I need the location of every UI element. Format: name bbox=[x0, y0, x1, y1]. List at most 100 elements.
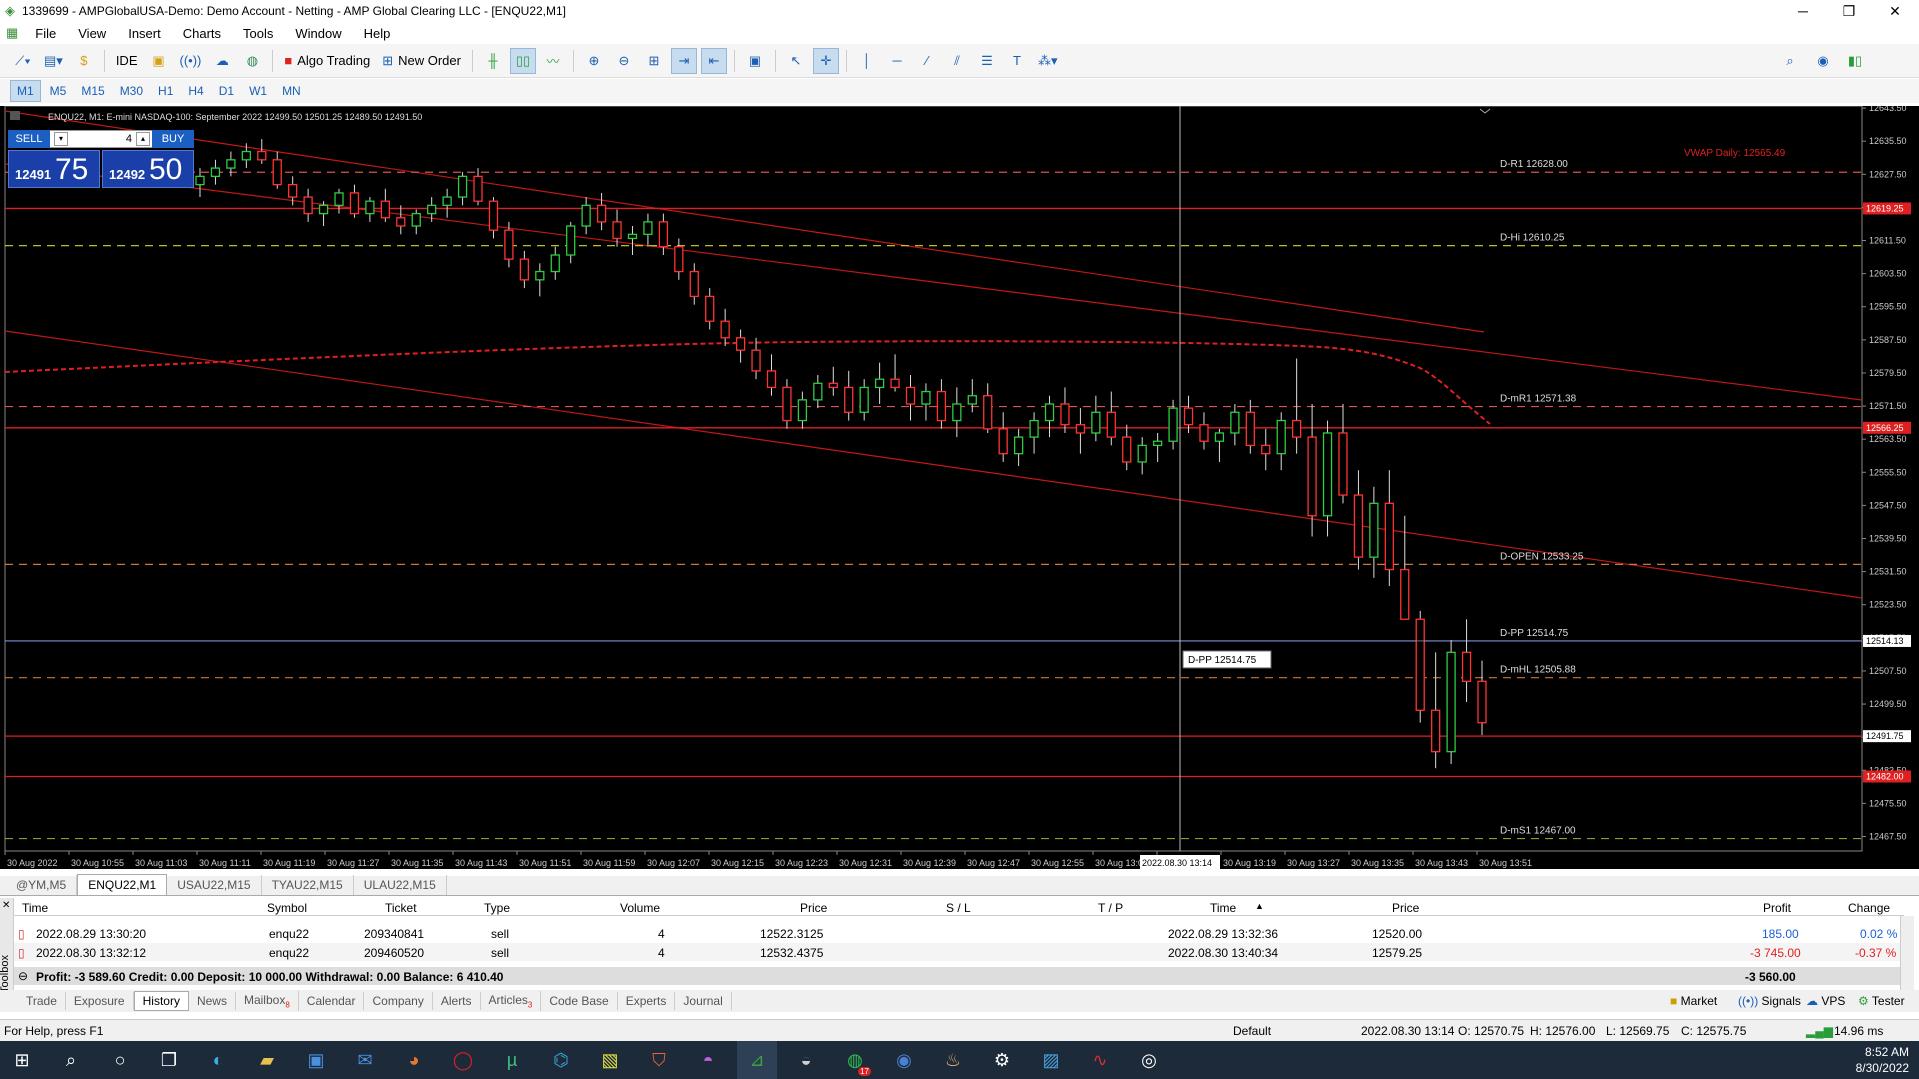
zoom-in-icon[interactable]: ⊕ bbox=[581, 48, 607, 74]
chart-tab[interactable]: TYAU22,M15 bbox=[262, 875, 354, 895]
cortana-icon[interactable]: ○ bbox=[100, 1041, 140, 1079]
tf-m30[interactable]: M30 bbox=[114, 81, 149, 101]
tf-mn[interactable]: MN bbox=[276, 81, 307, 101]
tab-history[interactable]: History bbox=[133, 991, 189, 1011]
tf-m15[interactable]: M15 bbox=[75, 81, 110, 101]
wave-app-icon[interactable]: ∿ bbox=[1080, 1041, 1120, 1079]
tab-exposure[interactable]: Exposure bbox=[66, 992, 134, 1010]
menu-charts[interactable]: Charts bbox=[172, 26, 232, 41]
screenshot-icon[interactable]: ▣ bbox=[742, 48, 768, 74]
price-chart[interactable]: 12643.5012635.5012627.5012619.5012611.50… bbox=[0, 106, 1919, 869]
menu-view[interactable]: View bbox=[67, 26, 117, 41]
tab-news[interactable]: News bbox=[189, 992, 236, 1010]
vertical-line-icon[interactable]: │ bbox=[854, 48, 880, 74]
col-time[interactable]: Time bbox=[22, 901, 48, 915]
crosshair-icon[interactable]: ✛ bbox=[812, 47, 839, 74]
sell-button[interactable]: SELL bbox=[8, 130, 50, 148]
col-type[interactable]: Type bbox=[484, 901, 510, 915]
channel-icon[interactable]: ⫽ bbox=[944, 48, 970, 74]
chart-type-icon[interactable]: ⟋▾ bbox=[10, 48, 36, 74]
close-toolbox-icon[interactable]: ✕ bbox=[2, 900, 10, 911]
java-icon[interactable]: ♨ bbox=[933, 1041, 973, 1079]
zoom-out-icon[interactable]: ⊖ bbox=[611, 48, 637, 74]
briefcase-icon[interactable]: ▣ bbox=[145, 48, 171, 74]
tf-m1[interactable]: M1 bbox=[10, 80, 41, 102]
taskbar-clock[interactable]: 8:52 AM 8/30/2022 bbox=[1856, 1044, 1909, 1076]
cursor-icon[interactable]: ↖ bbox=[783, 48, 809, 74]
fibonacci-icon[interactable]: ☰ bbox=[974, 48, 1000, 74]
tab-articles[interactable]: Articles3 bbox=[481, 990, 542, 1012]
autoscroll-icon[interactable]: ⇥ bbox=[670, 47, 697, 74]
tab-experts[interactable]: Experts bbox=[618, 992, 676, 1010]
col-time-close[interactable]: Time bbox=[1210, 901, 1236, 915]
tab-company[interactable]: Company bbox=[364, 992, 433, 1010]
text-icon[interactable]: T bbox=[1004, 48, 1030, 74]
tf-w1[interactable]: W1 bbox=[243, 81, 273, 101]
col-volume[interactable]: Volume bbox=[620, 901, 660, 915]
close-icon[interactable]: ✕ bbox=[1872, 0, 1918, 22]
trendline-icon[interactable]: ⁄ bbox=[914, 48, 940, 74]
menu-file[interactable]: File bbox=[24, 26, 67, 41]
vps-button[interactable]: ☁ VPS bbox=[1806, 994, 1845, 1008]
col-change[interactable]: Change bbox=[1848, 901, 1890, 915]
cloud-icon[interactable]: ☁ bbox=[209, 48, 235, 74]
metatrader-icon[interactable]: ⊿ bbox=[737, 1041, 777, 1079]
tab-mailbox[interactable]: Mailbox8 bbox=[236, 990, 299, 1012]
coin-icon[interactable]: $ bbox=[71, 48, 97, 74]
search-icon[interactable]: ⌕ bbox=[1777, 48, 1803, 74]
search-icon[interactable]: ⌕ bbox=[51, 1041, 91, 1079]
minimize-icon[interactable]: ─ bbox=[1780, 0, 1826, 22]
chat-icon[interactable]: ◓ bbox=[688, 1041, 728, 1079]
obs-icon[interactable]: ◎ bbox=[1129, 1041, 1169, 1079]
market-button[interactable]: ■ Market bbox=[1670, 994, 1717, 1008]
brave-icon[interactable]: ⛉ bbox=[639, 1041, 679, 1079]
tf-m5[interactable]: M5 bbox=[44, 81, 73, 101]
buy-price-box[interactable]: 12492 50 bbox=[102, 150, 194, 188]
globe-icon[interactable]: ◍ bbox=[239, 48, 265, 74]
menu-insert[interactable]: Insert bbox=[117, 26, 172, 41]
signal-icon[interactable]: ((•)) bbox=[175, 48, 205, 74]
photos-icon[interactable]: ▨ bbox=[1031, 1041, 1071, 1079]
chart-tab[interactable]: USAU22,M15 bbox=[167, 875, 262, 895]
candle-chart-icon[interactable]: ▯▯ bbox=[509, 47, 536, 74]
volume-input[interactable]: 4 bbox=[70, 131, 136, 147]
sell-price-box[interactable]: 12491 75 bbox=[8, 150, 100, 188]
edge-icon[interactable]: ◐ bbox=[198, 1041, 238, 1079]
tab-journal[interactable]: Journal bbox=[675, 992, 732, 1010]
account-icon[interactable]: ◉ bbox=[1810, 48, 1836, 74]
menu-tools[interactable]: Tools bbox=[232, 26, 284, 41]
grid-icon[interactable]: ⊞ bbox=[641, 48, 667, 74]
app-icon[interactable]: ⌬ bbox=[541, 1041, 581, 1079]
chart-tab[interactable]: ULAU22,M15 bbox=[354, 875, 447, 895]
notepad-icon[interactable]: ▧ bbox=[590, 1041, 630, 1079]
bar-chart-icon[interactable]: ╫ bbox=[480, 48, 506, 74]
history-row[interactable]: ▯ 2022.08.29 13:30:20 enqu22 209340841 s… bbox=[14, 924, 1904, 942]
signals-button[interactable]: ((•)) Signals bbox=[1738, 994, 1801, 1008]
tf-h1[interactable]: H1 bbox=[152, 81, 179, 101]
col-tp[interactable]: T / P bbox=[1098, 901, 1123, 915]
tf-d1[interactable]: D1 bbox=[213, 81, 240, 101]
col-price[interactable]: Price bbox=[800, 901, 827, 915]
tab-code-base[interactable]: Code Base bbox=[541, 992, 618, 1010]
col-price-close[interactable]: Price bbox=[1392, 901, 1419, 915]
ide-button[interactable]: IDE bbox=[112, 48, 142, 74]
buy-button[interactable]: BUY bbox=[152, 130, 194, 148]
col-ticket[interactable]: Ticket bbox=[385, 901, 417, 915]
settings-icon[interactable]: ⚙ bbox=[982, 1041, 1022, 1079]
chart-canvas[interactable]: 12643.5012635.5012627.5012619.5012611.50… bbox=[0, 106, 1919, 869]
algo-trading-button[interactable]: ■ Algo Trading bbox=[280, 48, 374, 74]
chart-tab[interactable]: @YM,M5 bbox=[6, 875, 78, 895]
mail-icon[interactable]: ✉ bbox=[345, 1041, 385, 1079]
chart-shift-icon[interactable]: ⇤ bbox=[700, 47, 727, 74]
utorrent-icon[interactable]: µ bbox=[492, 1041, 532, 1079]
task-view-icon[interactable]: ❐ bbox=[149, 1041, 189, 1079]
qbittorrent-icon[interactable]: ◉ bbox=[884, 1041, 924, 1079]
restore-icon[interactable]: ❐ bbox=[1826, 0, 1872, 22]
tester-button[interactable]: ⚙ Tester bbox=[1858, 994, 1905, 1008]
whatsapp-icon[interactable]: ◍ 17 bbox=[835, 1041, 875, 1079]
expand-icon[interactable]: ⊖ bbox=[18, 969, 28, 983]
horizontal-line-icon[interactable]: ─ bbox=[884, 48, 910, 74]
menu-window[interactable]: Window bbox=[284, 26, 352, 41]
col-symbol[interactable]: Symbol bbox=[267, 901, 307, 915]
volume-up-icon[interactable]: ▴ bbox=[136, 132, 150, 146]
